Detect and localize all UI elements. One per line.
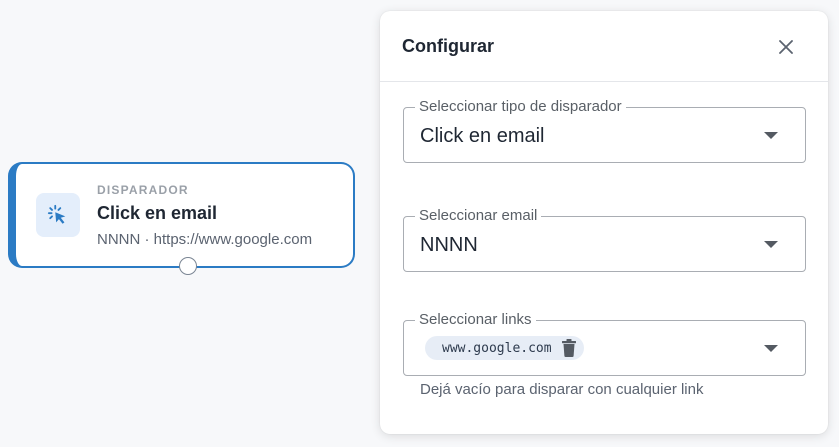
config-panel: Configurar Seleccionar tipo de disparado…: [380, 11, 828, 434]
chevron-down-icon[interactable]: [764, 132, 778, 139]
close-icon: [779, 40, 793, 54]
link-chip[interactable]: www.google.com: [425, 336, 584, 360]
chevron-down-icon[interactable]: [764, 345, 778, 352]
trigger-type-label: Seleccionar tipo de disparador: [415, 98, 626, 115]
node-kicker: DISPARADOR: [97, 183, 189, 197]
links-label: Seleccionar links: [415, 311, 536, 328]
node-output-handle[interactable]: [179, 257, 197, 275]
email-value: NNNN: [420, 234, 478, 256]
node-title: Click en email: [97, 203, 218, 223]
cursor-click-icon: [47, 204, 66, 224]
panel-title: Configurar: [402, 36, 494, 56]
links-select[interactable]: Seleccionar links www.google.com: [403, 311, 806, 376]
chip-delete-button[interactable]: [561, 339, 576, 357]
link-chip-label: www.google.com: [442, 340, 552, 356]
panel-header: Configurar: [380, 11, 828, 82]
email-select[interactable]: Seleccionar email NNNN: [403, 207, 806, 272]
trigger-type-select[interactable]: Seleccionar tipo de disparador Click en …: [403, 98, 806, 163]
trigger-node[interactable]: DISPARADOR Click en email NNNN · https:/…: [8, 162, 355, 275]
trash-icon: [561, 339, 576, 357]
node-subtitle: NNNN · https://www.google.com: [97, 231, 313, 248]
close-button[interactable]: [774, 35, 798, 59]
trigger-icon-box: [36, 193, 80, 237]
workflow-canvas: DISPARADOR Click en email NNNN · https:/…: [0, 0, 839, 447]
links-helper-text: Dejá vacío para disparar con cualquier l…: [420, 381, 704, 398]
trigger-type-value: Click en email: [420, 125, 545, 147]
email-label: Seleccionar email: [415, 207, 542, 224]
chevron-down-icon[interactable]: [764, 241, 778, 248]
